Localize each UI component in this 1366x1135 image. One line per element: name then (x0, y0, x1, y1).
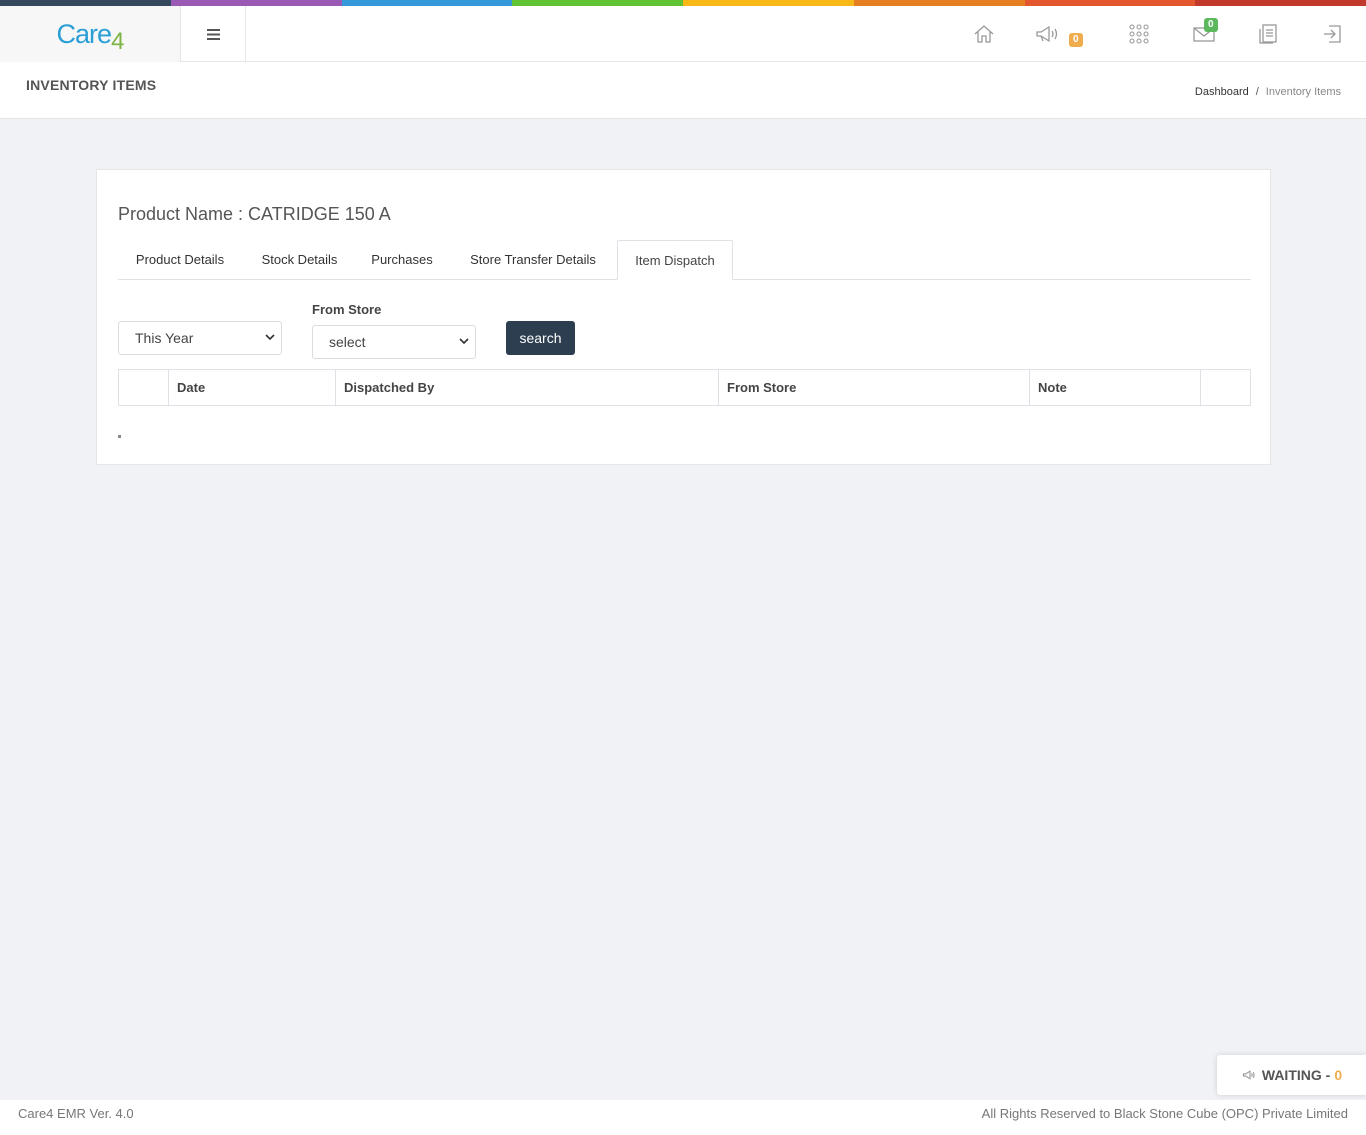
tab-stock-details[interactable]: Stock Details (246, 240, 353, 280)
sidebar-toggle-button[interactable] (181, 6, 246, 62)
breadcrumb-current: Inventory Items (1265, 86, 1341, 98)
megaphone-icon (1036, 25, 1058, 43)
chevron-down-icon (459, 338, 469, 345)
document-icon (1259, 24, 1277, 44)
logout-icon (1324, 25, 1341, 43)
tab-item-dispatch[interactable]: Item Dispatch (617, 240, 733, 280)
page-title: INVENTORY ITEMS (26, 77, 157, 93)
table-header-from-store[interactable]: From Store (719, 370, 1030, 405)
waiting-widget[interactable]: WAITING -0 (1217, 1055, 1366, 1095)
top-navbar: Care4 0 0 (0, 6, 1366, 62)
dispatch-table-header: Date Dispatched By From Store Note (118, 369, 1251, 406)
megaphone-icon (1242, 1070, 1255, 1080)
breadcrumb: Dashboard / Inventory Items (1195, 86, 1341, 98)
table-header-date[interactable]: Date (169, 370, 336, 405)
loading-indicator (118, 435, 121, 438)
item-card: Product Name : CATRIDGE 150 A Product De… (96, 169, 1271, 465)
logo-text: Care (56, 18, 113, 49)
table-header-cell (119, 370, 169, 405)
table-header-dispatched-by[interactable]: Dispatched By (336, 370, 719, 405)
logo-container[interactable]: Care4 (0, 6, 181, 62)
search-button[interactable]: search (506, 321, 575, 355)
messages-badge: 0 (1204, 18, 1218, 32)
grid-icon (1129, 24, 1149, 44)
table-header-note[interactable]: Note (1030, 370, 1201, 405)
waiting-label: WAITING - (1261, 1067, 1331, 1083)
footer: Care4 EMR Ver. 4.0 All Rights Reserved t… (0, 1100, 1366, 1135)
announcements-badge: 0 (1069, 33, 1083, 47)
table-header-cell (1201, 370, 1250, 405)
logo-suffix: 4 (111, 27, 124, 55)
announcements-button[interactable]: 0 (1035, 20, 1083, 48)
footer-version: Care4 EMR Ver. 4.0 (18, 1106, 134, 1121)
home-icon (974, 25, 994, 43)
apps-button[interactable] (1125, 20, 1153, 48)
from-store-select[interactable]: select (312, 325, 476, 359)
logout-button[interactable] (1318, 20, 1346, 48)
footer-copyright: All Rights Reserved to Black Stone Cube … (981, 1106, 1348, 1121)
home-button[interactable] (970, 20, 998, 48)
messages-button[interactable]: 0 (1190, 18, 1218, 48)
page-header: INVENTORY ITEMS Dashboard / Inventory Item… (0, 62, 1366, 119)
waiting-count: 0 (1334, 1067, 1343, 1083)
breadcrumb-dashboard-link[interactable]: Dashboard (1195, 86, 1249, 98)
from-store-label: From Store (312, 302, 382, 317)
hamburger-icon (206, 28, 220, 40)
tab-product-details[interactable]: Product Details (118, 240, 242, 280)
logo: Care4 (56, 18, 125, 55)
tab-purchases[interactable]: Purchases (355, 240, 449, 280)
from-store-select-value: select (329, 334, 366, 350)
breadcrumb-separator: / (1255, 86, 1259, 98)
tab-store-transfer-details[interactable]: Store Transfer Details (451, 240, 615, 280)
tab-bar: Product Details Stock Details Purchases … (118, 240, 1251, 280)
reports-button[interactable] (1254, 20, 1282, 48)
period-select[interactable]: This Year (118, 321, 282, 355)
chevron-down-icon (265, 334, 275, 341)
period-select-value: This Year (135, 330, 194, 346)
product-name: Product Name : CATRIDGE 150 A (118, 204, 391, 224)
